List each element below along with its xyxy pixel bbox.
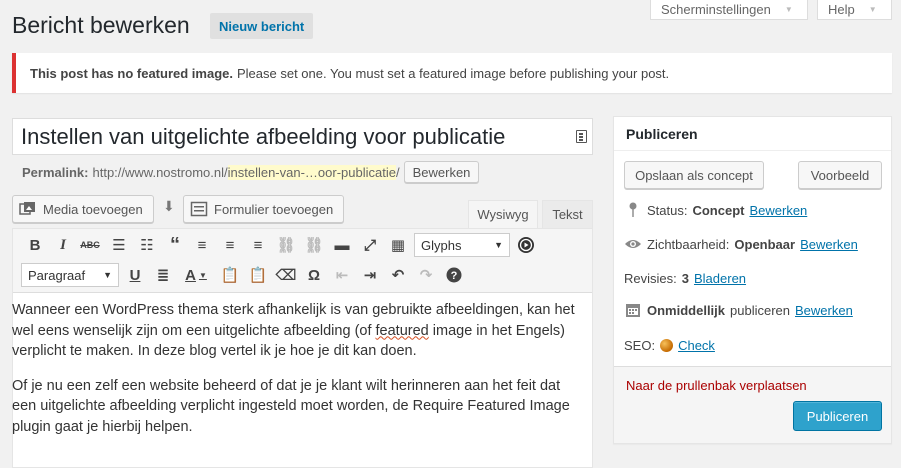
play-circle-icon[interactable] [516,235,536,255]
justify-icon[interactable]: ≣ [153,265,173,285]
tab-text[interactable]: Tekst [542,200,593,229]
seo-label: SEO: [624,337,656,353]
notice-text: Please set one. You must set a featured … [236,65,670,81]
pin-icon [624,202,642,218]
underline-icon[interactable]: U [125,265,145,285]
help-icon[interactable]: ? [444,265,464,285]
schedule-edit-link[interactable]: Bewerken [795,303,853,318]
preview-button[interactable]: Voorbeeld [798,161,882,189]
add-media-label: Media toevoegen [43,201,143,217]
strikethrough-icon[interactable]: ABC [80,235,100,255]
format-select-value: Paragraaf [28,267,86,283]
schedule-bold: Onmiddellijk [647,302,726,318]
status-label: Status: [647,202,688,218]
schedule-row: Onmiddellijk publiceren Bewerken [624,299,853,321]
help-label: Help [828,1,855,17]
bullet-list-icon[interactable]: ☰ [109,235,129,255]
publish-heading[interactable]: Publiceren [614,117,891,151]
chevron-down-icon: ▼ [494,240,503,250]
chevron-down-icon: ▼ [868,4,877,14]
save-draft-button[interactable]: Opslaan als concept [624,161,764,189]
featured-image-notice: This post has no featured image. Please … [12,53,892,93]
add-media-button[interactable]: Media toevoegen [12,195,154,223]
paste-text-icon[interactable]: 📋 [220,265,240,285]
tab-visual[interactable]: Wysiwyg [468,200,538,229]
screen-options-label: Scherminstellingen [661,1,771,17]
special-character-icon[interactable]: Ω [304,265,324,285]
align-left-icon[interactable]: ≡ [192,235,212,255]
post-title-input[interactable]: Instellen van uitgelichte afbeelding voo… [12,118,593,155]
indent-icon[interactable]: ⇥ [360,265,380,285]
chevron-down-icon: ▼ [784,4,793,14]
fullscreen-icon[interactable]: ⤢ [360,235,380,255]
eye-icon [624,238,642,250]
unlink-icon[interactable]: ⛓ [304,235,324,255]
paste-word-icon[interactable]: 📋 [248,265,268,285]
media-icon [19,202,35,215]
permalink-row: Permalink: http://www.nostromo.nl/instel… [22,161,480,183]
move-to-trash-link[interactable]: Naar de prullenbak verplaatsen [626,378,807,393]
notice-bold-text: This post has no featured image. [30,65,233,81]
post-title-value: Instellen van uitgelichte afbeelding voo… [21,123,506,149]
misspelled-word: featured [375,322,429,339]
revisions-count: 3 [681,270,689,286]
permalink-slug[interactable]: instellen-van-…oor-publicatie [227,164,396,180]
glyphs-select[interactable]: Glyphs ▼ [414,233,510,257]
clear-formatting-icon[interactable]: ⌫ [275,265,296,285]
outdent-icon[interactable]: ⇤ [332,265,352,285]
editor-content[interactable]: Wanneer een WordPress thema sterk afhank… [12,300,587,451]
seo-check-link[interactable]: Check [678,338,715,353]
svg-text:?: ? [451,270,458,282]
bold-icon[interactable]: B [25,235,45,255]
visibility-label: Zichtbaarheid: [647,236,730,252]
form-icon [190,201,208,217]
toolbar-toggle-icon[interactable]: ▦ [388,235,408,255]
numbered-list-icon[interactable]: ☷ [137,235,157,255]
seo-score-icon [660,338,674,352]
text-color-icon[interactable]: A ▼ [181,265,211,285]
content-paragraph: Of je nu een zelf een website beheerd of… [12,377,570,435]
redo-icon[interactable]: ↷ [416,265,436,285]
seo-row: SEO: Check [624,334,715,356]
status-row: Status: Concept Bewerken [624,199,807,221]
align-center-icon[interactable]: ≡ [220,235,240,255]
glyphs-select-value: Glyphs [421,237,462,253]
visibility-row: Zichtbaarheid: Openbaar Bewerken [624,233,858,255]
link-icon[interactable]: ⛓ [276,235,296,255]
chevron-down-icon: ▼ [103,270,112,280]
add-form-label: Formulier toevoegen [214,201,334,217]
italic-icon[interactable]: I [53,235,73,255]
status-value: Concept [692,202,745,218]
permalink-edit-button[interactable]: Bewerken [403,161,480,183]
visibility-edit-link[interactable]: Bewerken [800,237,858,252]
calendar-icon [624,302,642,318]
permalink-base: http://www.nostromo.nl/ [92,164,228,180]
add-form-button[interactable]: Formulier toevoegen [183,195,345,223]
read-more-icon[interactable]: ▬ [332,235,352,255]
revisions-browse-link[interactable]: Bladeren [694,271,746,286]
list-icon [576,130,587,143]
blockquote-icon[interactable]: “ [165,234,185,256]
permalink-label: Permalink: [22,164,89,180]
status-edit-link[interactable]: Bewerken [749,203,807,218]
help-tab[interactable]: Help ▼ [817,0,892,20]
revisions-label: Revisies: [624,270,677,286]
visibility-value: Openbaar [734,236,796,252]
schedule-text: publiceren [730,302,791,318]
page-title: Bericht bewerken [12,12,190,38]
content-paragraph: Wanneer een WordPress thema sterk afhank… [12,300,587,362]
undo-icon[interactable]: ↶ [388,265,408,285]
permalink-trailing: / [395,164,400,180]
publish-button[interactable]: Publiceren [793,401,882,431]
editor-toolbar: B I ABC ☰ ☷ “ ≡ ≡ ≡ ⛓ ⛓ ▬ ⤢ ▦ Glyphs ▼ P… [13,229,592,293]
add-new-post-button[interactable]: Nieuw bericht [210,13,314,39]
revisions-row: Revisies: 3 Bladeren [624,267,746,289]
align-right-icon[interactable]: ≡ [248,235,268,255]
screen-options-tab[interactable]: Scherminstellingen ▼ [650,0,808,20]
arrow-down-icon: ⬇ [163,198,175,214]
format-select[interactable]: Paragraaf ▼ [21,263,119,287]
